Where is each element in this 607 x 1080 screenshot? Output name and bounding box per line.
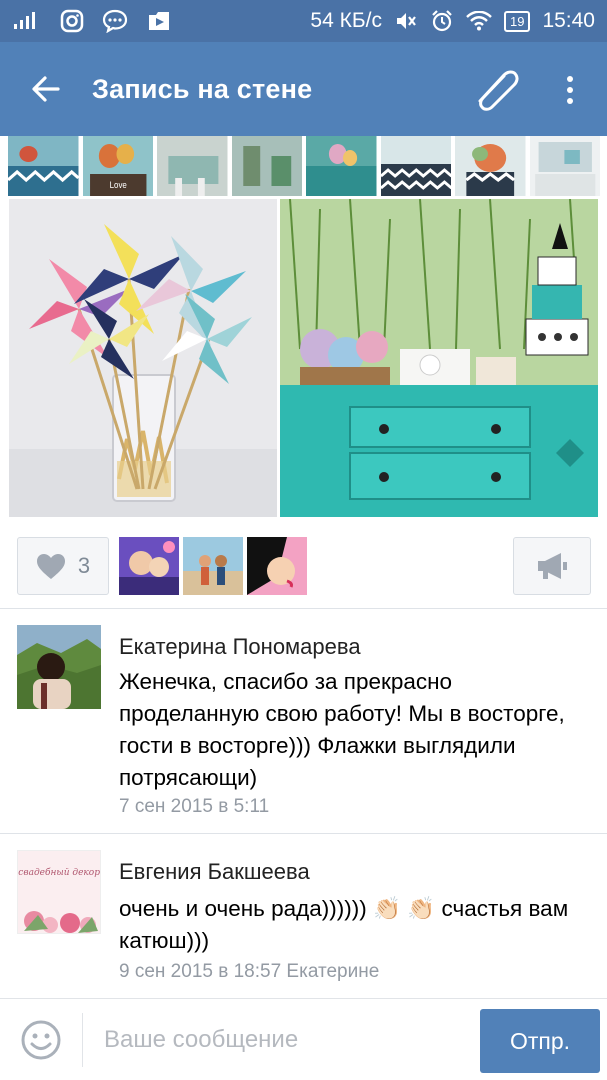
emoji-button[interactable]: [20, 1019, 62, 1061]
avatar-logo-text: Ваш свадебный декоратор: [18, 867, 101, 878]
comment-timestamp[interactable]: 7 сен 2015 в 5:11: [119, 796, 269, 818]
paperclip-icon: [478, 70, 519, 111]
comment-author[interactable]: Евгения Бакшеева: [119, 859, 310, 885]
likes-count: 3: [77, 553, 91, 578]
comment-text: Женечка, спасибо за прекрасно проделанну…: [119, 669, 565, 790]
signal-icon: [12, 11, 42, 31]
clock: 15:40: [542, 9, 595, 32]
commenter-avatar[interactable]: [17, 625, 101, 709]
post-photo-dessert-table[interactable]: [280, 199, 598, 517]
wifi-icon: [466, 11, 492, 31]
post-photo-pinwheels[interactable]: [9, 199, 277, 517]
photo-thumbnail[interactable]: [231, 136, 302, 196]
wall-post-content: Love 3 Екатерина Пономарева Женечка, спа…: [0, 136, 607, 998]
comment-item[interactable]: Екатерина Пономарева Женечка, спасибо за…: [0, 608, 607, 832]
send-button[interactable]: Отпр.: [480, 1009, 600, 1073]
photo-thumbnail-strip: Love: [8, 136, 600, 196]
commenter-avatar[interactable]: Ваш свадебный декоратор: [17, 850, 101, 934]
comment-timestamp[interactable]: 9 сен 2015 в 18:57 Екатерине: [119, 961, 379, 983]
like-button[interactable]: 3: [17, 537, 109, 595]
photo-thumbnail[interactable]: [529, 136, 600, 196]
photo-thumbnail[interactable]: [380, 136, 451, 196]
youtube-icon: [146, 10, 172, 32]
mute-icon: [394, 10, 418, 32]
photo-thumbnail[interactable]: [157, 136, 228, 196]
more-options-button[interactable]: [548, 62, 592, 118]
liker-avatar[interactable]: [119, 537, 179, 595]
photo-thumbnail[interactable]: [306, 136, 377, 196]
attach-button[interactable]: [470, 62, 528, 118]
instagram-icon: [60, 9, 84, 33]
photo-thumbnail[interactable]: [455, 136, 526, 196]
comment-composer: Отпр.: [0, 998, 607, 1080]
network-speed: 54 КБ/с: [310, 9, 382, 32]
chat-icon: [102, 9, 128, 33]
megaphone-icon: [538, 553, 567, 579]
page-title: Запись на стене: [92, 73, 313, 104]
comment-text: очень и очень рада)))))) 👏🏻 👏🏻 счастья в…: [119, 896, 569, 953]
app-bar: Запись на стене: [0, 42, 607, 136]
battery-icon: 19: [503, 10, 531, 32]
status-bar: 54 КБ/с 19 15:40: [0, 0, 607, 42]
comment-item[interactable]: Ваш свадебный декоратор Евгения Бакшеева…: [0, 833, 607, 998]
back-button[interactable]: [0, 42, 92, 136]
back-arrow-icon: [32, 76, 60, 102]
svg-text:Love: Love: [109, 180, 126, 191]
liker-avatar[interactable]: [247, 537, 307, 595]
message-input[interactable]: [96, 1017, 466, 1063]
smiley-icon: [21, 1020, 61, 1060]
liker-avatar[interactable]: [183, 537, 243, 595]
comment-author[interactable]: Екатерина Пономарева: [119, 634, 361, 660]
photo-thumbnail[interactable]: [8, 136, 79, 196]
alarm-icon: [430, 9, 454, 33]
more-vertical-icon: [567, 76, 573, 104]
input-divider: [82, 1013, 83, 1067]
share-button[interactable]: [513, 537, 591, 595]
heart-icon: [36, 553, 65, 579]
photo-thumbnail[interactable]: Love: [82, 136, 153, 196]
